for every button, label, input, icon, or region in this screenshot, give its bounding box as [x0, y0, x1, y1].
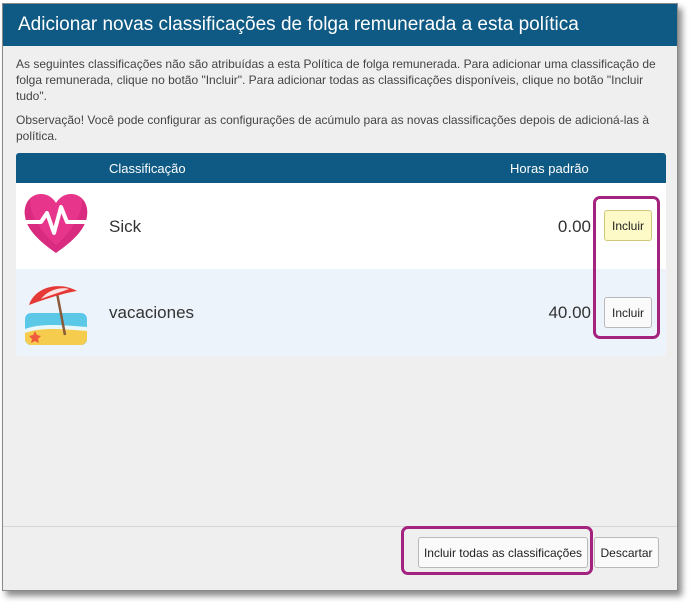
default-hours: 40.00: [548, 303, 591, 322]
column-header-classification: Classificação: [109, 161, 186, 176]
include-button[interactable]: Incluir: [604, 210, 652, 241]
dialog-intro: As seguintes classificações não são atri…: [16, 56, 656, 144]
include-button[interactable]: Incluir: [604, 297, 652, 328]
classification-name: vacaciones: [109, 303, 195, 322]
discard-button[interactable]: Descartar: [594, 537, 659, 568]
classification-name: Sick: [109, 217, 142, 236]
default-hours: 0.00: [557, 217, 591, 236]
note-text: Observação! Você pode configurar as conf…: [16, 113, 650, 143]
table-row: vacaciones 40.00 Incluir: [16, 269, 666, 356]
table-row: Sick 0.00 Incluir: [16, 183, 666, 269]
table-header: Classificação Horas padrão: [16, 153, 666, 183]
intro-text: As seguintes classificações não são atri…: [16, 57, 656, 103]
beach-umbrella-icon: [25, 286, 87, 345]
heart-pulse-icon: [21, 194, 91, 253]
dialog-title: Adicionar novas classificações de folga …: [3, 4, 677, 46]
include-all-button[interactable]: Incluir todas as classificações: [418, 537, 588, 568]
column-header-hours: Horas padrão: [510, 161, 589, 176]
classifications-table: Classificação Horas padrão Sick 0.00 Inc…: [16, 153, 666, 356]
add-classifications-dialog: Adicionar novas classificações de folga …: [2, 3, 678, 591]
footer-divider: [3, 526, 677, 527]
